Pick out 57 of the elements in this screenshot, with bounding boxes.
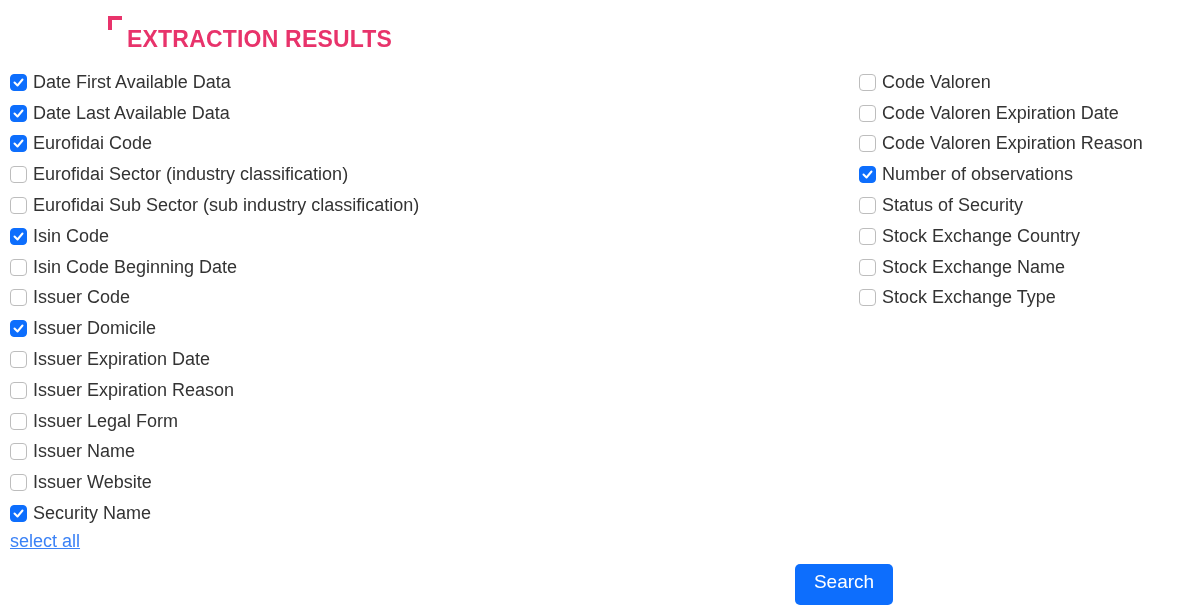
checkbox[interactable] [859,289,876,307]
checkbox-label: Status of Security [882,195,1024,217]
checkbox[interactable] [10,166,27,184]
check-icon [13,509,24,519]
checkbox[interactable] [859,227,876,245]
checkbox-label: Issuer Legal Form [33,410,179,432]
checkbox-label: Date First Available Data [33,71,231,93]
checkbox-label: Eurofidai Sector (industry classification) [33,164,349,186]
corner-mark-icon [108,16,122,30]
checkbox-label: Code Valoren [882,71,991,93]
checkbox[interactable] [10,351,27,369]
search-button[interactable]: Search [795,563,893,605]
checkbox-label: Issuer Expiration Date [33,349,211,371]
checkbox-label: Issuer Expiration Reason [33,379,235,401]
checkbox[interactable] [10,381,27,399]
checkbox-label: Issuer Website [33,472,152,494]
checkbox-label: Number of observations [882,164,1074,186]
check-icon [13,231,24,241]
checkbox[interactable] [10,443,27,461]
section-title: EXTRACTION RESULTS [127,26,393,53]
checkbox[interactable] [10,104,27,122]
checkbox[interactable] [10,227,27,245]
checkbox[interactable] [10,320,27,338]
checkbox[interactable] [10,258,27,276]
checkbox[interactable] [10,412,27,430]
checkbox[interactable] [859,258,876,276]
checkbox[interactable] [10,505,27,523]
check-icon [13,108,24,118]
checkbox-label: Stock Exchange Name [882,256,1066,278]
check-icon [13,77,24,87]
checkbox[interactable] [859,104,876,122]
checkbox-label: Issuer Name [33,441,136,463]
select-all-link[interactable]: select all [10,530,81,552]
checkbox-label: Code Valoren Expiration Reason [882,133,1143,155]
check-icon [13,324,24,334]
checkbox[interactable] [859,135,876,153]
checkbox-label: Isin Code [33,225,110,247]
checkbox-label: Isin Code Beginning Date [33,256,238,278]
checkbox[interactable] [10,135,27,153]
checkbox-label: Stock Exchange Type [882,287,1056,309]
checkbox-label: Date Last Available Data [33,102,230,124]
checkbox-label: Eurofidai Code [33,133,153,155]
checkbox[interactable] [10,474,27,492]
checkbox[interactable] [859,197,876,215]
checkbox-label: Code Valoren Expiration Date [882,102,1119,124]
checkbox[interactable] [10,289,27,307]
checkbox-label: Issuer Domicile [33,318,157,340]
checkbox-label: Stock Exchange Country [882,225,1081,247]
checkbox[interactable] [10,73,27,91]
checkbox[interactable] [10,197,27,215]
checkbox-label: Eurofidai Sub Sector (sub industry classification) [33,195,420,217]
checkbox-label: Issuer Code [33,287,131,309]
check-icon [862,170,873,180]
checkbox[interactable] [859,73,876,91]
checkbox-label: Security Name [33,503,152,525]
check-icon [13,139,24,149]
checkbox[interactable] [859,166,876,184]
